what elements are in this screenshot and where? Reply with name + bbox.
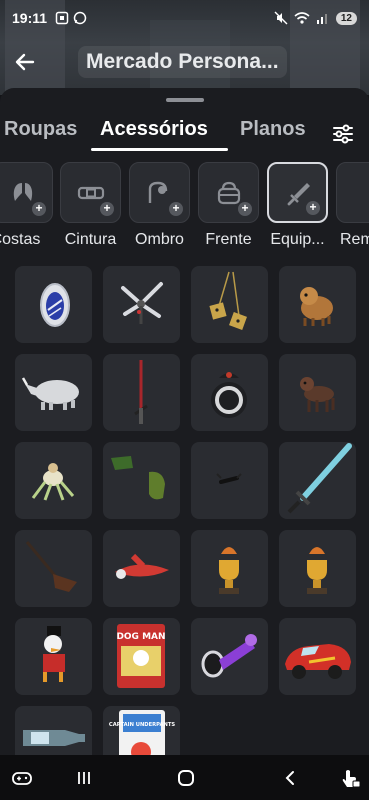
red-lightsaber-item[interactable] bbox=[103, 354, 180, 431]
recents-icon bbox=[78, 772, 90, 784]
red-race-car-item[interactable] bbox=[279, 618, 356, 695]
subcategory-cintura[interactable]: + Cintura bbox=[60, 162, 121, 249]
screenshot-icon bbox=[55, 11, 69, 25]
whatsapp-icon bbox=[73, 11, 87, 25]
page-title: Mercado Persona... bbox=[78, 46, 287, 78]
egg-mirror-item[interactable] bbox=[15, 266, 92, 343]
sheet-drag-handle[interactable] bbox=[166, 98, 204, 102]
gold-trophy-item-2[interactable] bbox=[279, 530, 356, 607]
captain-book-title: CAPTAIN UNDERPANTS bbox=[109, 722, 175, 728]
mute-icon bbox=[274, 11, 288, 25]
tab-roupas[interactable]: Roupas bbox=[4, 118, 77, 141]
system-nav-bar bbox=[0, 755, 369, 800]
subcategory-frente[interactable]: + Frente bbox=[198, 162, 259, 249]
sheep-dog-item[interactable] bbox=[279, 266, 356, 343]
dragonfly-item[interactable] bbox=[103, 266, 180, 343]
dogman-book-title: DOG MAN bbox=[116, 632, 165, 642]
belt-icon bbox=[77, 186, 105, 200]
subcategory-partial[interactable]: Rem bbox=[336, 162, 369, 249]
subcategory-label: Costas bbox=[0, 231, 41, 248]
guitar-item[interactable] bbox=[15, 530, 92, 607]
catalog-sheet: Roupas Acessórios Planos + Costas + Cint… bbox=[0, 88, 369, 755]
subcategory-label: Ombro bbox=[135, 231, 184, 248]
game-controller-icon bbox=[12, 772, 32, 785]
subcategory-ombro[interactable]: + Ombro bbox=[129, 162, 190, 249]
subcategory-label: Cintura bbox=[64, 231, 117, 248]
add-icon: + bbox=[169, 202, 183, 216]
active-tab-indicator bbox=[91, 148, 228, 151]
red-plane-item[interactable] bbox=[103, 530, 180, 607]
bottle-item[interactable] bbox=[15, 706, 92, 755]
wings-icon bbox=[13, 183, 33, 201]
back-button[interactable] bbox=[0, 40, 50, 84]
wifi-icon bbox=[294, 12, 310, 24]
category-tabs: Roupas Acessórios Planos bbox=[0, 118, 369, 152]
black-bug-item[interactable] bbox=[191, 442, 268, 519]
touch-lock-icon bbox=[342, 770, 361, 788]
duck-figure-item[interactable] bbox=[15, 618, 92, 695]
shoulder-pet-icon bbox=[148, 181, 168, 203]
tab-planos[interactable]: Planos bbox=[240, 118, 306, 141]
mech-spider-item[interactable] bbox=[15, 442, 92, 519]
subcategory-costas[interactable]: + Costas bbox=[0, 162, 53, 249]
dog-man-book-item[interactable]: DOG MAN bbox=[103, 618, 180, 695]
subcategory-label: Rem bbox=[340, 231, 369, 248]
subcategory-row: + Costas + Cintura + Ombro + Frente bbox=[0, 162, 369, 252]
hanging-dice-item[interactable] bbox=[191, 266, 268, 343]
captain-underpants-book-item[interactable]: CAPTAIN UNDERPANTS bbox=[103, 706, 180, 755]
game-controller-button[interactable] bbox=[10, 766, 34, 790]
home-button[interactable] bbox=[174, 766, 198, 790]
filter-icon[interactable] bbox=[331, 122, 355, 146]
status-time: 19:11 bbox=[12, 10, 48, 26]
header: Mercado Persona... bbox=[0, 40, 369, 84]
back-arrow-icon bbox=[15, 53, 35, 71]
add-icon: + bbox=[306, 201, 320, 215]
back-nav-button[interactable] bbox=[278, 766, 302, 790]
subcategory-label: Equip... bbox=[270, 231, 325, 248]
add-icon: + bbox=[32, 202, 46, 216]
front-bag-icon bbox=[217, 181, 241, 205]
brown-dog-item[interactable] bbox=[279, 354, 356, 431]
blue-sword-item[interactable] bbox=[279, 442, 356, 519]
green-gloves-item[interactable] bbox=[103, 442, 180, 519]
recents-button[interactable] bbox=[72, 766, 96, 790]
subcategory-equipamentos[interactable]: + Equip... bbox=[267, 162, 328, 249]
purple-horn-item[interactable] bbox=[191, 618, 268, 695]
home-icon bbox=[178, 770, 194, 786]
signal-icon bbox=[316, 14, 327, 24]
touch-lock-button[interactable] bbox=[338, 766, 362, 790]
add-icon: + bbox=[238, 202, 252, 216]
bb-droid-item[interactable] bbox=[191, 354, 268, 431]
back-nav-icon bbox=[285, 771, 294, 785]
subcategory-label: Frente bbox=[205, 231, 252, 248]
tab-acessorios[interactable]: Acessórios bbox=[100, 118, 208, 141]
add-icon: + bbox=[100, 202, 114, 216]
battery-icon: 12 bbox=[335, 11, 357, 25]
gold-trophy-item[interactable] bbox=[191, 530, 268, 607]
rhino-item[interactable] bbox=[15, 354, 92, 431]
status-bar: 19:11 12 bbox=[0, 0, 369, 36]
